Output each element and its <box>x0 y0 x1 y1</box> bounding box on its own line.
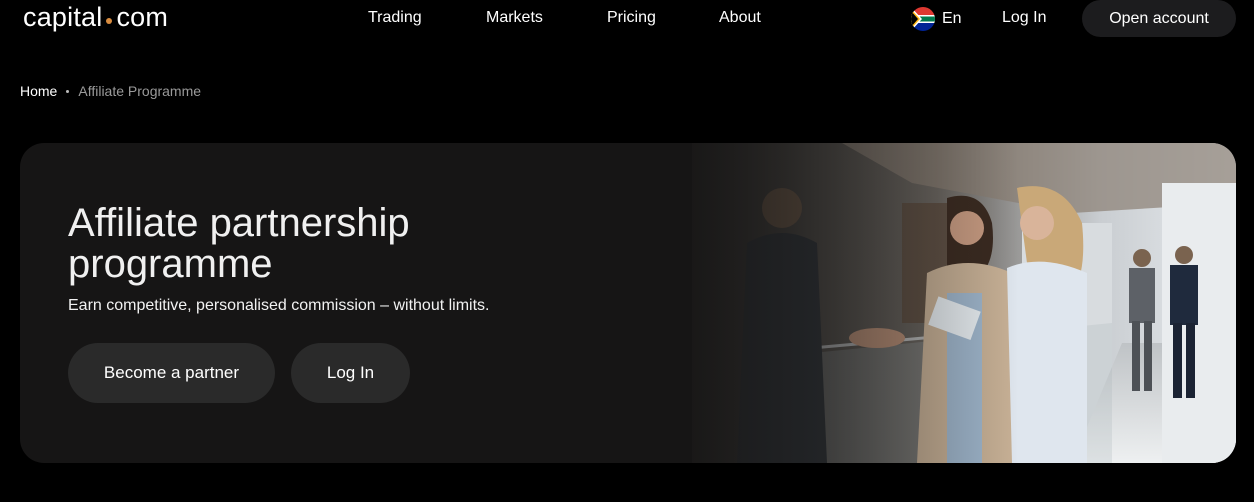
page-title: Affiliate partnership programme <box>68 201 410 286</box>
breadcrumb-current: Affiliate Programme <box>78 83 202 99</box>
header-login-link[interactable]: Log In <box>1002 9 1046 27</box>
logo-text-left: capital <box>23 2 103 32</box>
nav-markets[interactable]: Markets <box>486 9 543 27</box>
breadcrumb: Home Affiliate Programme <box>20 83 201 99</box>
logo-dot-icon <box>106 17 113 24</box>
breadcrumb-separator-dot <box>66 89 70 93</box>
hero-login-button[interactable]: Log In <box>291 343 410 403</box>
hero-subtitle: Earn competitive, personalised commissio… <box>68 297 490 314</box>
hero-card: Affiliate partnership programme Earn com… <box>20 143 1236 463</box>
business-people-handshake-photo <box>692 143 1236 463</box>
south-africa-flag-icon <box>911 7 935 31</box>
capital-com-logo[interactable]: capital com <box>23 2 168 33</box>
language-selector[interactable]: En <box>911 7 962 31</box>
top-navigation: capital com Trading Markets Pricing Abou… <box>0 0 1254 38</box>
logo-text-right: com <box>116 2 169 32</box>
open-account-button[interactable]: Open account <box>1082 0 1236 37</box>
language-label: En <box>942 10 962 27</box>
nav-about[interactable]: About <box>719 9 761 27</box>
nav-pricing[interactable]: Pricing <box>607 9 656 27</box>
nav-trading[interactable]: Trading <box>368 9 422 27</box>
breadcrumb-home[interactable]: Home <box>20 83 57 99</box>
become-partner-button[interactable]: Become a partner <box>68 343 275 403</box>
